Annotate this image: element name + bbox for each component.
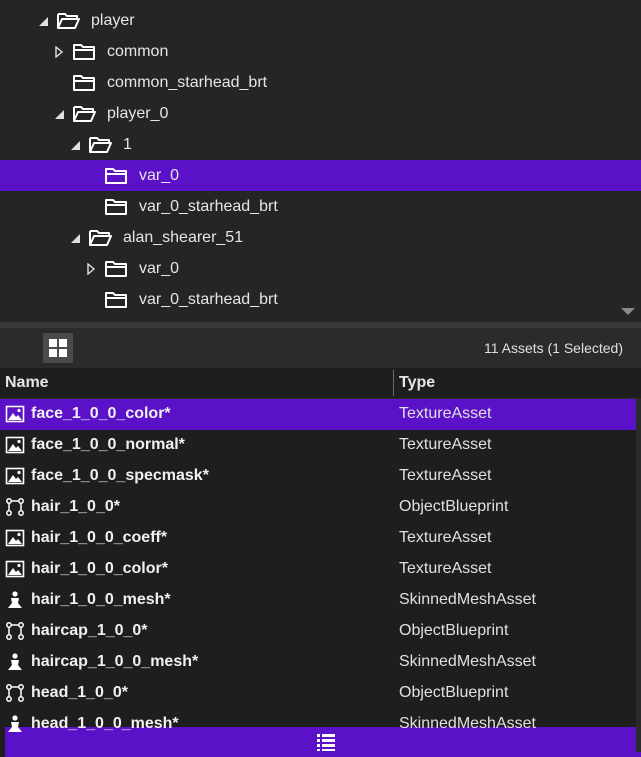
folder-icon	[104, 165, 130, 187]
blueprint-icon	[6, 498, 24, 516]
tree-node[interactable]: var_0_starhead_brt	[0, 284, 641, 315]
asset-name: face_1_0_0_normal*	[31, 436, 185, 453]
table-row[interactable]: haircap_1_0_0_mesh* SkinnedMeshAsset	[0, 647, 636, 678]
asset-type: TextureAsset	[399, 405, 492, 422]
texture-icon	[5, 560, 25, 578]
tree-node-label: var_0_starhead_brt	[139, 197, 278, 215]
asset-name: face_1_0_0_color*	[31, 405, 171, 422]
column-resize-handle[interactable]	[393, 370, 394, 396]
asset-name: head_1_0_0_mesh*	[31, 715, 179, 732]
tree-node[interactable]: 1	[0, 129, 641, 160]
folder-icon	[104, 196, 130, 218]
folder-open-icon	[72, 103, 98, 125]
grid-view-button[interactable]	[43, 333, 73, 363]
tree-node-label: 1	[123, 135, 132, 153]
folder-open-icon	[88, 227, 114, 249]
table-row[interactable]: head_1_0_0* ObjectBlueprint	[0, 678, 636, 709]
table-row[interactable]: head_1_0_0_mesh* SkinnedMeshAsset	[0, 709, 636, 740]
table-row[interactable]: hair_1_0_0_mesh* SkinnedMeshAsset	[0, 585, 636, 616]
asset-name: hair_1_0_0_coeff*	[31, 529, 168, 546]
asset-name: haircap_1_0_0*	[31, 622, 148, 639]
asset-type: TextureAsset	[399, 529, 492, 546]
collapsed-triangle-icon[interactable]	[84, 262, 98, 276]
asset-type: SkinnedMeshAsset	[399, 653, 536, 670]
tree-node-label: var_0	[139, 259, 180, 277]
table-row[interactable]: face_1_0_0_specmask* TextureAsset	[0, 461, 636, 492]
asset-type: SkinnedMeshAsset	[399, 715, 536, 732]
tree-node[interactable]: common_starhead_brt	[0, 67, 641, 98]
asset-name: head_1_0_0*	[31, 684, 128, 701]
asset-type: ObjectBlueprint	[399, 684, 509, 701]
tree-node-label: var_0_starhead_brt	[139, 290, 278, 308]
tree-node-label: player_0	[107, 104, 169, 122]
asset-name: hair_1_0_0_color*	[31, 560, 168, 577]
asset-type: SkinnedMeshAsset	[399, 591, 536, 608]
table-row[interactable]: face_1_0_0_normal* TextureAsset	[0, 430, 636, 461]
texture-icon	[5, 436, 25, 454]
tree-node-label: alan_shearer_51	[123, 228, 244, 246]
asset-type: ObjectBlueprint	[399, 622, 509, 639]
tree-node[interactable]: var_0	[0, 253, 641, 284]
expanded-triangle-icon[interactable]	[36, 14, 50, 28]
collapsed-triangle-icon[interactable]	[52, 45, 66, 59]
tree-node[interactable]: common	[0, 36, 641, 67]
asset-name: haircap_1_0_0_mesh*	[31, 653, 199, 670]
skinned-mesh-icon	[8, 591, 22, 608]
folder-icon	[104, 258, 130, 280]
asset-count-label: 11 Assets (1 Selected)	[483, 340, 623, 356]
expanded-triangle-icon[interactable]	[68, 138, 82, 152]
asset-type: TextureAsset	[399, 467, 492, 484]
folder-open-icon	[88, 134, 114, 156]
skinned-mesh-icon	[8, 715, 22, 732]
folder-icon	[72, 72, 98, 94]
folder-open-icon	[56, 10, 82, 32]
tree-node-label: common	[107, 42, 169, 60]
folder-icon	[104, 289, 130, 311]
folder-tree: player common common_starhead_brt player_0 1…	[0, 0, 641, 322]
grid-view-icon	[49, 339, 67, 357]
table-row[interactable]: haircap_1_0_0* ObjectBlueprint	[0, 616, 636, 647]
tree-node[interactable]: alan_shearer_51	[0, 222, 641, 253]
tree-node-label: common_starhead_brt	[107, 73, 268, 91]
texture-icon	[5, 405, 25, 423]
tree-node-label: var_0	[139, 166, 180, 184]
skinned-mesh-icon	[8, 653, 22, 670]
asset-name: face_1_0_0_specmask*	[31, 467, 209, 484]
folder-icon	[72, 41, 98, 63]
asset-type: TextureAsset	[399, 436, 492, 453]
table-row[interactable]: hair_1_0_0_coeff* TextureAsset	[0, 523, 636, 554]
tree-node-label: player	[91, 11, 135, 29]
texture-icon	[5, 529, 25, 547]
tree-node[interactable]: var_0_starhead_brt	[0, 191, 641, 222]
table-header: Name Type	[0, 368, 641, 399]
table-row[interactable]: face_1_0_0_color* TextureAsset	[0, 399, 636, 430]
expanded-triangle-icon[interactable]	[52, 107, 66, 121]
texture-icon	[5, 467, 25, 485]
asset-list-scrollbar[interactable]	[636, 398, 641, 752]
asset-type: TextureAsset	[399, 560, 492, 577]
tree-node[interactable]: var_0	[0, 160, 641, 191]
blueprint-icon	[6, 622, 24, 640]
expanded-triangle-icon[interactable]	[68, 231, 82, 245]
asset-toolbar: 11 Assets (1 Selected)	[0, 328, 641, 757]
asset-type: ObjectBlueprint	[399, 498, 509, 515]
tree-node[interactable]: player	[0, 5, 641, 36]
asset-name: hair_1_0_0*	[31, 498, 120, 515]
blueprint-icon	[6, 684, 24, 702]
table-row[interactable]: hair_1_0_0_color* TextureAsset	[0, 554, 636, 585]
asset-name: hair_1_0_0_mesh*	[31, 591, 171, 608]
table-row[interactable]: hair_1_0_0* ObjectBlueprint	[0, 492, 636, 523]
scroll-down-arrow-icon[interactable]	[621, 308, 635, 315]
column-header-name[interactable]: Name	[5, 374, 49, 392]
tree-node[interactable]: player_0	[0, 98, 641, 129]
column-header-type[interactable]: Type	[399, 374, 435, 392]
